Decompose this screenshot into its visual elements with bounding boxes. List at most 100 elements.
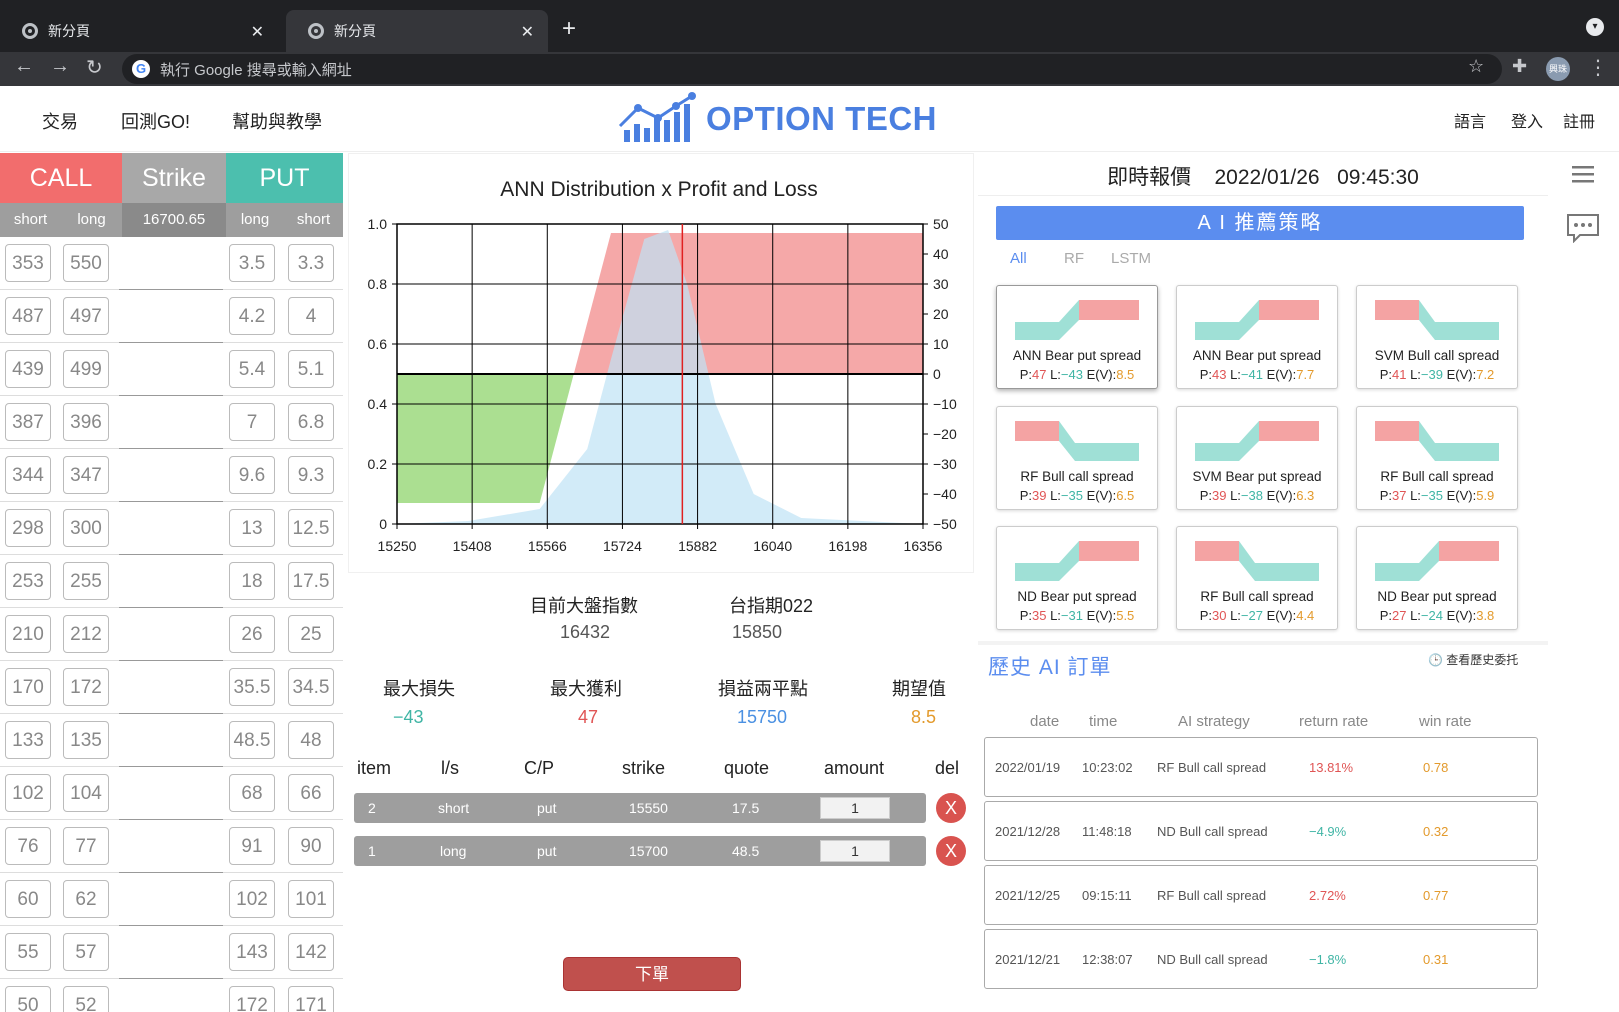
bookmark-star-icon[interactable]: ☆ (1468, 56, 1484, 77)
put-short-cell[interactable]: 25 (288, 615, 334, 653)
call-long-cell[interactable]: 57 (63, 933, 109, 971)
put-short-cell[interactable]: 3.3 (288, 244, 334, 282)
amount-input[interactable]: 1 (820, 840, 890, 862)
call-short-cell[interactable]: 353 (5, 244, 51, 282)
strategy-card[interactable]: SVM Bull call spread P:41 L:−39 E(V):7.2 (1356, 285, 1518, 389)
put-short-cell[interactable]: 142 (288, 933, 334, 971)
strategy-card[interactable]: ANN Bear put spread P:43 L:−41 E(V):7.7 (1176, 285, 1338, 389)
nav-help[interactable]: 幫助與教學 (232, 108, 322, 134)
amount-input[interactable]: 1 (820, 797, 890, 819)
back-icon[interactable]: ← (14, 55, 34, 78)
call-long-cell[interactable]: 497 (63, 297, 109, 335)
put-long-cell[interactable]: 102 (229, 880, 275, 918)
call-long-cell[interactable]: 104 (63, 774, 109, 812)
site-logo[interactable]: OPTION TECH (618, 90, 938, 146)
strategy-card[interactable]: ND Bear put spread P:27 L:−24 E(V):3.8 (1356, 526, 1518, 630)
close-tab-icon[interactable]: ✕ (251, 22, 264, 42)
call-short-cell[interactable]: 170 (5, 668, 51, 706)
call-long-cell[interactable]: 499 (63, 350, 109, 388)
history-row[interactable]: 2022/01/19 10:23:02 RF Bull call spread 13.… (984, 737, 1538, 797)
call-long-cell[interactable]: 77 (63, 827, 109, 865)
call-short-cell[interactable]: 344 (5, 456, 51, 494)
new-tab-icon[interactable]: + (562, 15, 576, 43)
browser-tab-active[interactable]: 新分頁 ✕ (286, 10, 548, 52)
strategy-card[interactable]: RF Bull call spread P:30 L:−27 E(V):4.4 (1176, 526, 1338, 630)
call-short-cell[interactable]: 298 (5, 509, 51, 547)
call-long-cell[interactable]: 347 (63, 456, 109, 494)
call-long-cell[interactable]: 300 (63, 509, 109, 547)
put-long-cell[interactable]: 18 (229, 562, 275, 600)
put-short-cell[interactable]: 66 (288, 774, 334, 812)
put-long-cell[interactable]: 35.5 (229, 668, 275, 706)
strategy-card[interactable]: ANN Bear put spread P:47 L:−43 E(V):8.5 (996, 285, 1158, 389)
call-short-cell[interactable]: 102 (5, 774, 51, 812)
put-short-cell[interactable]: 90 (288, 827, 334, 865)
call-long-cell[interactable]: 135 (63, 721, 109, 759)
call-short-cell[interactable]: 76 (5, 827, 51, 865)
forward-icon[interactable]: → (50, 55, 70, 78)
delete-order-button[interactable]: X (936, 836, 966, 866)
language-link[interactable]: 語言 (1454, 108, 1486, 132)
call-short-cell[interactable]: 387 (5, 403, 51, 441)
call-short-cell[interactable]: 210 (5, 615, 51, 653)
put-short-cell[interactable]: 101 (288, 880, 334, 918)
call-short-cell[interactable]: 439 (5, 350, 51, 388)
close-tab-icon[interactable]: ✕ (521, 22, 534, 42)
put-short-cell[interactable]: 12.5 (288, 509, 334, 547)
put-short-cell[interactable]: 17.5 (288, 562, 334, 600)
history-row[interactable]: 2021/12/25 09:15:11 RF Bull call spread 2.7… (984, 865, 1538, 925)
omnibox-input[interactable]: G 執行 Google 搜尋或輸入網址 (122, 54, 1502, 84)
hamburger-menu-icon[interactable] (1572, 165, 1594, 183)
call-long-cell[interactable]: 212 (63, 615, 109, 653)
call-short-cell[interactable]: 55 (5, 933, 51, 971)
strategy-card[interactable]: ND Bear put spread P:35 L:−31 E(V):5.5 (996, 526, 1158, 630)
browser-menu-icon[interactable]: ⋮ (1588, 55, 1608, 80)
call-long-cell[interactable]: 62 (63, 880, 109, 918)
put-short-cell[interactable]: 9.3 (288, 456, 334, 494)
put-long-cell[interactable]: 9.6 (229, 456, 275, 494)
profile-avatar[interactable]: 興珠 (1546, 57, 1570, 81)
call-long-cell[interactable]: 396 (63, 403, 109, 441)
put-long-cell[interactable]: 7 (229, 403, 275, 441)
call-short-cell[interactable]: 133 (5, 721, 51, 759)
reload-icon[interactable]: ↻ (86, 55, 103, 80)
call-long-cell[interactable]: 172 (63, 668, 109, 706)
call-short-cell[interactable]: 60 (5, 880, 51, 918)
call-short-cell[interactable]: 487 (5, 297, 51, 335)
put-short-cell[interactable]: 4 (288, 297, 334, 335)
filter-rf[interactable]: RF (1064, 250, 1084, 267)
put-long-cell[interactable]: 143 (229, 933, 275, 971)
strategy-card[interactable]: RF Bull call spread P:39 L:−35 E(V):6.5 (996, 406, 1158, 510)
filter-lstm[interactable]: LSTM (1111, 250, 1151, 267)
put-long-cell[interactable]: 26 (229, 615, 275, 653)
strategy-card[interactable]: SVM Bear put spread P:39 L:−38 E(V):6.3 (1176, 406, 1338, 510)
delete-order-button[interactable]: X (936, 793, 966, 823)
nav-trade[interactable]: 交易 (42, 108, 78, 134)
call-long-cell[interactable]: 255 (63, 562, 109, 600)
nav-backtest[interactable]: 回測GO! (121, 108, 190, 134)
submit-order-button[interactable]: 下單 (563, 957, 741, 991)
call-short-cell[interactable]: 50 (5, 986, 51, 1012)
filter-all[interactable]: All (1010, 250, 1027, 267)
call-short-cell[interactable]: 253 (5, 562, 51, 600)
call-long-cell[interactable]: 550 (63, 244, 109, 282)
put-long-cell[interactable]: 4.2 (229, 297, 275, 335)
put-long-cell[interactable]: 91 (229, 827, 275, 865)
put-long-cell[interactable]: 3.5 (229, 244, 275, 282)
login-link[interactable]: 登入 (1511, 108, 1543, 132)
put-short-cell[interactable]: 34.5 (288, 668, 334, 706)
tab-search-icon[interactable]: ▾ (1586, 18, 1604, 36)
extensions-icon[interactable]: ✚ (1512, 56, 1527, 77)
put-long-cell[interactable]: 13 (229, 509, 275, 547)
history-link[interactable]: 🕒 查看歷史委托 (1428, 651, 1518, 668)
register-link[interactable]: 註冊 (1563, 108, 1595, 132)
put-long-cell[interactable]: 68 (229, 774, 275, 812)
call-long-cell[interactable]: 52 (63, 986, 109, 1012)
put-short-cell[interactable]: 5.1 (288, 350, 334, 388)
put-short-cell[interactable]: 171 (288, 986, 334, 1012)
history-row[interactable]: 2021/12/21 12:38:07 ND Bull call spread −1.… (984, 929, 1538, 989)
put-long-cell[interactable]: 5.4 (229, 350, 275, 388)
put-long-cell[interactable]: 172 (229, 986, 275, 1012)
put-short-cell[interactable]: 48 (288, 721, 334, 759)
chat-icon[interactable] (1566, 213, 1600, 243)
